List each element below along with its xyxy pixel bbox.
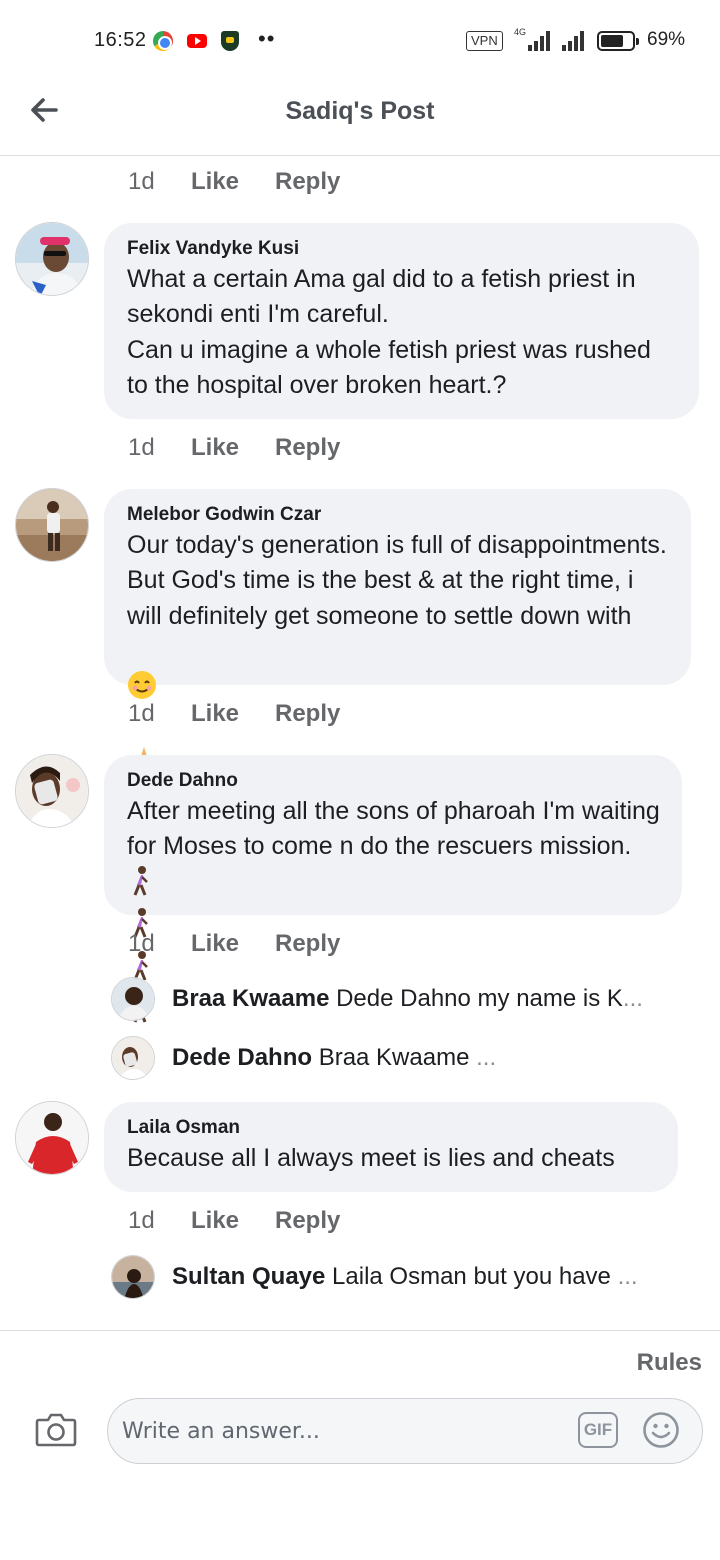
reply-author[interactable]: Dede Dahno — [172, 1044, 312, 1071]
comment-age: 1d — [128, 1207, 155, 1234]
comment-age: 1d — [128, 168, 155, 195]
reply-preview-text: Braa Kwaame — [318, 1044, 470, 1071]
avatar[interactable] — [15, 222, 89, 296]
like-button[interactable]: Like — [191, 434, 239, 462]
comment-age: 1d — [128, 434, 155, 461]
reply-preview[interactable]: Sultan Quaye Laila Osman but you have ..… — [111, 1255, 691, 1299]
comment-age: 1d — [128, 930, 155, 957]
reply-author[interactable]: Sultan Quaye — [172, 1263, 325, 1290]
reply-text: Sultan Quaye Laila Osman but you have ..… — [172, 1263, 638, 1291]
shield-app-icon — [221, 31, 239, 51]
comment-bubble: Laila Osman Because all I always meet is… — [104, 1102, 678, 1192]
camera-icon[interactable] — [35, 1411, 77, 1447]
comment-author[interactable]: Melebor Godwin Czar — [127, 502, 669, 528]
reply-text: Dede Dahno Braa Kwaame ... — [172, 1044, 496, 1072]
like-button[interactable]: Like — [191, 700, 239, 728]
comment-author[interactable]: Dede Dahno — [127, 768, 660, 794]
comment-text: Because all I always meet is lies and ch… — [127, 1144, 615, 1172]
avatar[interactable] — [111, 977, 155, 1021]
chrome-icon — [153, 31, 173, 51]
gif-button[interactable]: GIF — [578, 1412, 618, 1448]
like-button[interactable]: Like — [191, 168, 239, 196]
comment-input-box[interactable]: GIF — [107, 1398, 703, 1464]
comment-composer: Rules GIF — [0, 1330, 720, 1560]
avatar[interactable] — [15, 754, 89, 828]
more-notifications-icon: •• — [258, 26, 276, 51]
reply-preview[interactable]: Braa Kwaame Dede Dahno my name is K... — [111, 977, 691, 1021]
reply-preview[interactable]: Dede Dahno Braa Kwaame ... — [111, 1036, 691, 1080]
reply-button[interactable]: Reply — [275, 434, 340, 462]
comment-text-body: After meeting all the sons of pharoah I'… — [127, 797, 660, 861]
reply-button[interactable]: Reply — [275, 930, 340, 958]
comment-text: Our today's generation is full of disapp… — [127, 528, 669, 786]
comment-text-body: Our today's generation is full of disapp… — [127, 531, 667, 630]
reply-button[interactable]: Reply — [275, 1207, 340, 1235]
status-time: 16:52 — [94, 29, 147, 51]
comment-author[interactable]: Felix Vandyke Kusi — [127, 236, 677, 262]
woman-walking-emoji — [127, 865, 155, 907]
avatar[interactable] — [111, 1255, 155, 1299]
signal-icon — [526, 31, 550, 51]
network-type: 4G — [514, 27, 527, 37]
reply-more: ... — [617, 1263, 638, 1290]
comment-author[interactable]: Laila Osman — [127, 1115, 656, 1141]
comment-text: What a certain Ama gal did to a fetish p… — [127, 265, 651, 400]
comment-bubble: Melebor Godwin Czar Our today's generati… — [104, 489, 691, 775]
reply-preview-text: Dede Dahno my name is K — [336, 985, 623, 1012]
smiling-face-emoji — [127, 634, 157, 710]
reply-button[interactable]: Reply — [275, 700, 340, 728]
reply-more: ... — [622, 985, 643, 1012]
youtube-icon — [187, 34, 207, 48]
top-bar: Sadiq's Post — [0, 82, 720, 156]
comment-input[interactable] — [122, 1413, 562, 1449]
battery-icon — [597, 31, 639, 51]
comment-age: 1d — [128, 700, 155, 727]
rules-link[interactable]: Rules — [637, 1349, 702, 1377]
avatar[interactable] — [15, 1101, 89, 1175]
avatar[interactable] — [111, 1036, 155, 1080]
reply-preview-text: Laila Osman but you have — [332, 1263, 611, 1290]
reply-more: ... — [476, 1044, 497, 1071]
like-button[interactable]: Like — [191, 1207, 239, 1235]
status-bar: 16:52 •• VPN 4G 69% — [0, 0, 720, 82]
avatar[interactable] — [15, 488, 89, 562]
comment-bubble: Felix Vandyke Kusi What a certain Ama ga… — [104, 223, 699, 419]
signal-icon — [562, 31, 586, 51]
comment-bubble: Dede Dahno After meeting all the sons of… — [104, 755, 682, 1023]
like-button[interactable]: Like — [191, 930, 239, 958]
reply-author[interactable]: Braa Kwaame — [172, 985, 329, 1012]
page-title: Sadiq's Post — [285, 97, 435, 125]
emoji-face-icon[interactable] — [642, 1411, 680, 1449]
battery-percent: 69% — [647, 29, 686, 50]
reply-button[interactable]: Reply — [275, 168, 340, 196]
reply-text: Braa Kwaame Dede Dahno my name is K... — [172, 985, 643, 1013]
vpn-badge: VPN — [466, 31, 503, 51]
